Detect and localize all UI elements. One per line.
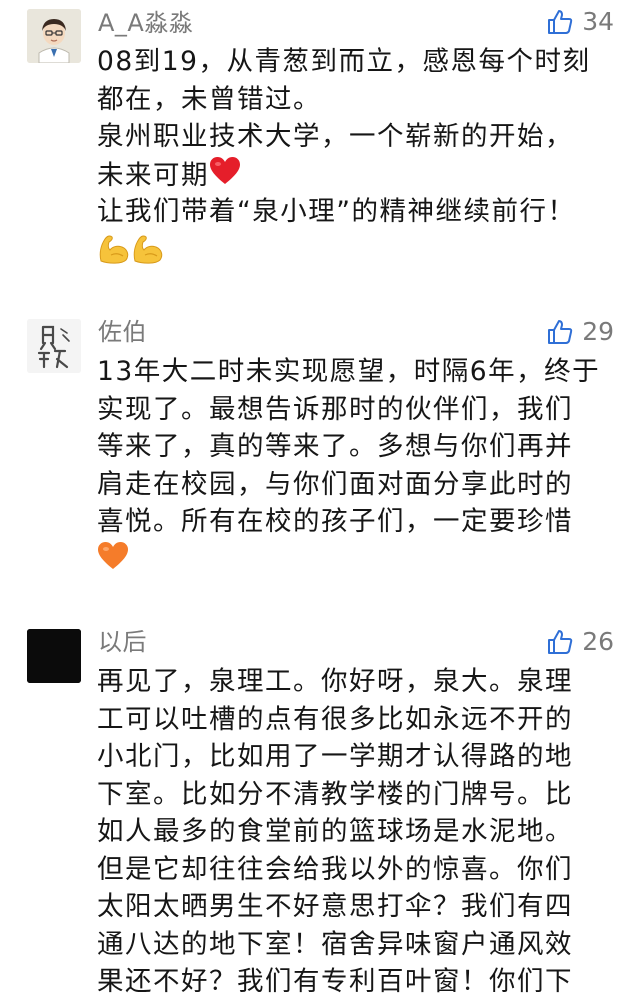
flexed-biceps-icon [97,231,131,276]
comment-line: 通八达的地下室！宿舍异味窗户通风效 [97,928,573,960]
comment-line: 让我们带着“泉小理”的精神继续前行！ [97,196,576,227]
comment-line: 果还不好？我们有专利百叶窗！你们下 [97,966,573,997]
thumbs-up-icon [548,10,573,34]
comment-line: 08到19，从青葱到而立，感恩每个时刻 [97,46,591,77]
comment-line-text: 未来可期 [97,159,209,191]
calligraphy-avatar-icon [27,319,81,373]
comment-author[interactable]: A_A淼淼 [98,8,193,38]
comment-text: 08到19，从青葱到而立，感恩每个时刻 都在，未曾错过。 泉州职业技术大学，一个… [97,43,617,271]
comment-text: 13年大二时未实现愿望，时隔6年，终于 实现了。最想告诉那时的伙伴们，我们 等来… [97,353,617,581]
thumbs-up-icon [548,320,573,344]
comment-line: 工可以吐槽的点有很多比如永远不开的 [97,703,573,735]
emoji-line [97,541,617,581]
black-avatar-icon [27,629,81,683]
comment-line: 肩走在校园，与你们面对面分享此时的 [97,468,573,500]
avatar[interactable] [27,319,81,373]
flexed-biceps-icon [131,231,165,276]
comment-line: 13年大二时未实现愿望，时隔6年，终于 [97,356,601,387]
like-button[interactable]: 34 [546,6,614,38]
comment-line: 喜悦。所有在校的孩子们，一定要珍惜 [97,506,573,537]
comment-author[interactable]: 佐伯 [98,317,147,347]
cartoon-avatar-icon [27,9,81,63]
comment-line: 再见了，泉理工。你好呀，泉大。泉理 [97,666,573,697]
emoji-line [97,231,617,271]
red-heart-icon [209,156,241,197]
comment-line: 太阳太晒男生不好意思打伞？我们有四 [97,891,573,922]
avatar[interactable] [27,629,81,683]
comment-line: 如人最多的食堂前的篮球场是水泥地。 [97,816,573,847]
comment-line: 实现了。最想告诉那时的伙伴们，我们 [97,393,573,425]
comment-line: 下室。比如分不清教学楼的门牌号。比 [97,778,573,810]
comment-line: 未来可期 [97,156,617,194]
thumbs-up-icon [548,630,573,654]
like-button[interactable]: 29 [546,316,614,348]
comment-author[interactable]: 以后 [98,627,147,657]
like-button[interactable]: 26 [546,626,614,658]
orange-heart-icon [97,541,129,582]
comment-line: 但是它却往往会给我以外的惊喜。你们 [97,853,573,885]
comment-line: 泉州职业技术大学，一个崭新的开始， [97,121,573,152]
like-count: 29 [582,317,614,346]
like-count: 34 [582,7,614,36]
comment-line: 等来了，真的等来了。多想与你们再并 [97,431,573,462]
comment-line: 小北门，比如用了一学期才认得路的地 [97,741,573,772]
avatar[interactable] [27,9,81,63]
comment-text: 再见了，泉理工。你好呀，泉大。泉理 工可以吐槽的点有很多比如永远不开的 小北门，… [97,663,617,1001]
comment-line: 都在，未曾错过。 [97,83,321,115]
like-count: 26 [582,627,614,656]
